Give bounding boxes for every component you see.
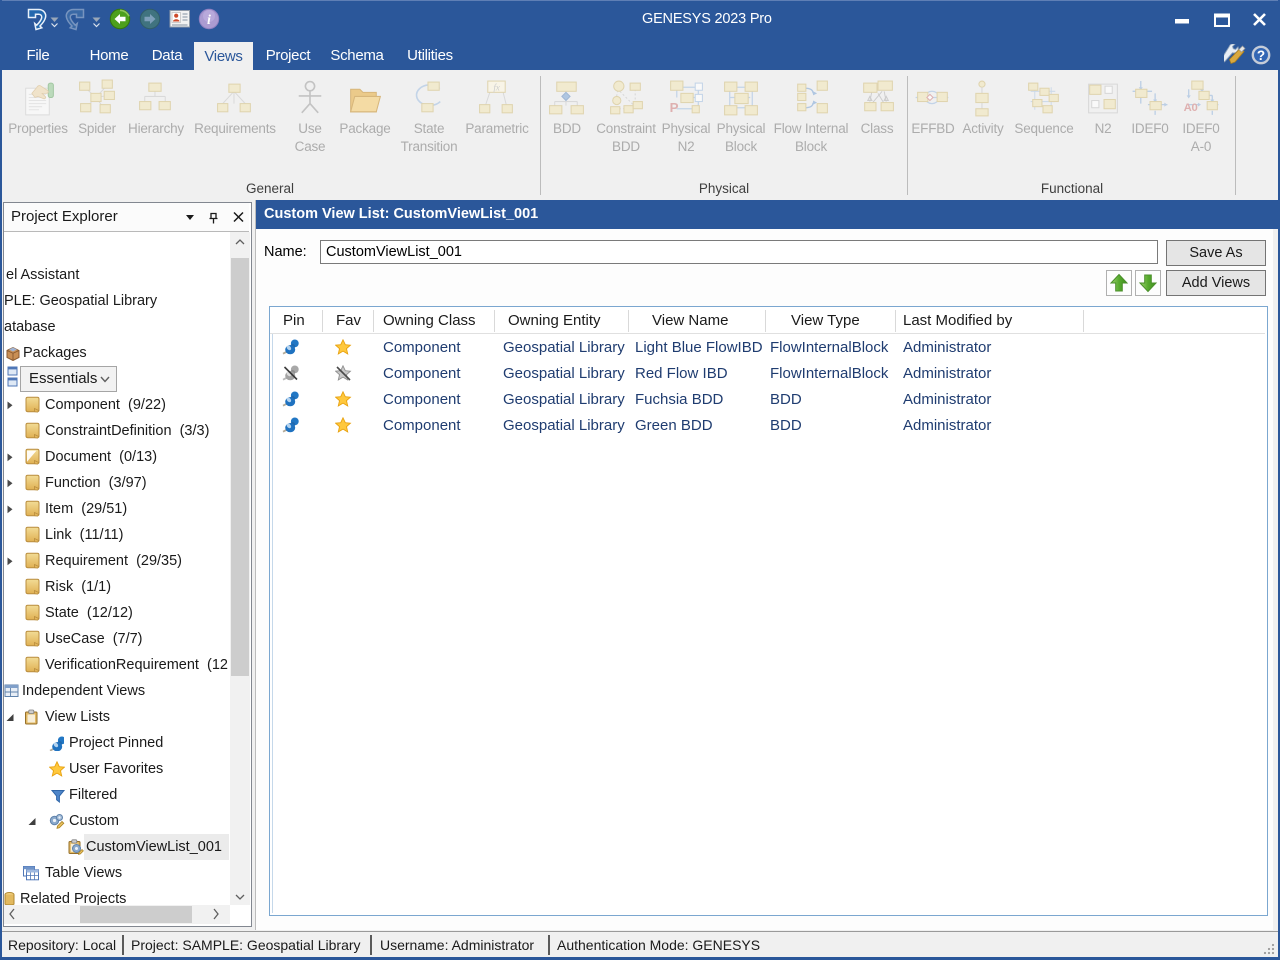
- svg-text:A0: A0: [1184, 102, 1198, 114]
- svg-text:fx: fx: [493, 82, 500, 92]
- svg-text:?: ?: [1257, 48, 1265, 63]
- svg-text:i: i: [207, 13, 211, 28]
- svg-text:P: P: [670, 100, 679, 115]
